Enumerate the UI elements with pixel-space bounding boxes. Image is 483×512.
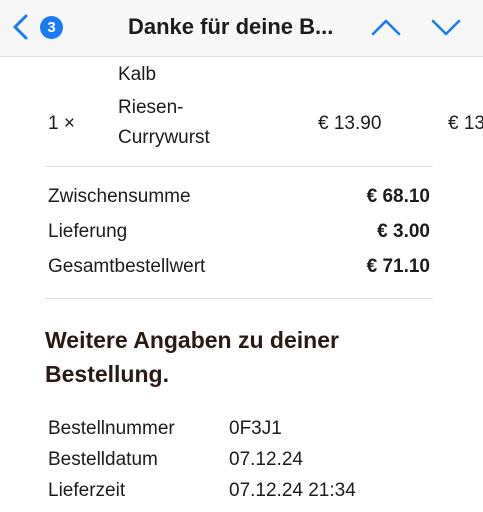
order-number-label: Bestellnummer bbox=[48, 418, 175, 439]
item-total-price: € 13 bbox=[448, 113, 483, 134]
item-name-line1: Riesen- bbox=[118, 97, 184, 118]
item-unit-price: € 13.90 bbox=[318, 113, 382, 134]
divider bbox=[45, 166, 433, 167]
order-date-value: 07.12.24 bbox=[229, 449, 303, 470]
navigation-bar: 3 Danke für deine B... bbox=[0, 0, 483, 57]
delivery-fee-value: € 3.00 bbox=[377, 221, 430, 242]
order-total-value: € 71.10 bbox=[366, 256, 430, 277]
subtotal-label: Zwischensumme bbox=[48, 186, 191, 207]
divider bbox=[45, 298, 433, 299]
item-name-line2: Currywurst bbox=[118, 127, 210, 148]
next-message-chevron-down-icon[interactable] bbox=[430, 16, 462, 38]
message-subject-title: Danke für deine B... bbox=[128, 14, 334, 39]
previous-item-detail: Kalb bbox=[118, 64, 157, 85]
previous-message-chevron-up-icon[interactable] bbox=[370, 16, 402, 38]
back-chevron-icon[interactable] bbox=[8, 12, 34, 42]
order-number-value: 0F3J1 bbox=[229, 418, 282, 439]
order-date-label: Bestelldatum bbox=[48, 449, 158, 470]
delivery-time-label: Lieferzeit bbox=[48, 480, 126, 501]
subtotal-value: € 68.10 bbox=[366, 186, 430, 207]
delivery-fee-label: Lieferung bbox=[48, 221, 128, 242]
delivery-time-value: 07.12.24 21:34 bbox=[229, 480, 356, 501]
unread-count-badge[interactable]: 3 bbox=[40, 16, 63, 39]
order-total-label: Gesamtbestellwert bbox=[48, 256, 206, 277]
item-quantity: 1 × bbox=[48, 113, 75, 134]
order-details-heading: Weitere Angaben zu deiner Bestellung. bbox=[45, 327, 339, 387]
